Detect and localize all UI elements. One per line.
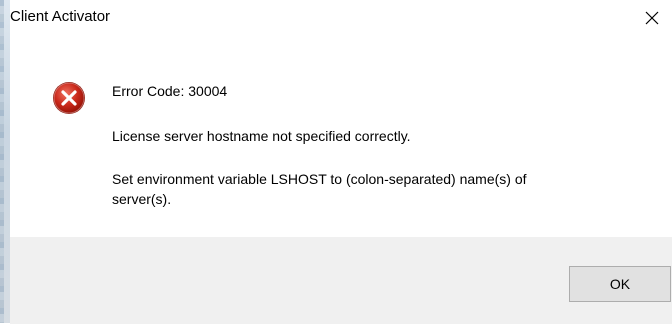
- dialog-content: Error Code: 30004 License server hostnam…: [10, 36, 672, 237]
- background-window-accent: [0, 0, 4, 323]
- window-title: Client Activator: [10, 8, 111, 25]
- ok-button[interactable]: OK: [569, 266, 671, 302]
- error-message-text: License server hostname not specified co…: [112, 128, 411, 144]
- error-icon: [53, 82, 85, 114]
- error-code-text: Error Code: 30004: [112, 83, 228, 99]
- error-detail-text: Set environment variable LSHOST to (colo…: [112, 171, 527, 207]
- title-bar[interactable]: Client Activator: [10, 0, 672, 36]
- dialog-footer: OK: [10, 237, 672, 324]
- error-dialog: Client Activator Error Code: 30004 Licen…: [0, 0, 672, 324]
- close-button[interactable]: [632, 0, 672, 36]
- close-icon: [645, 11, 659, 25]
